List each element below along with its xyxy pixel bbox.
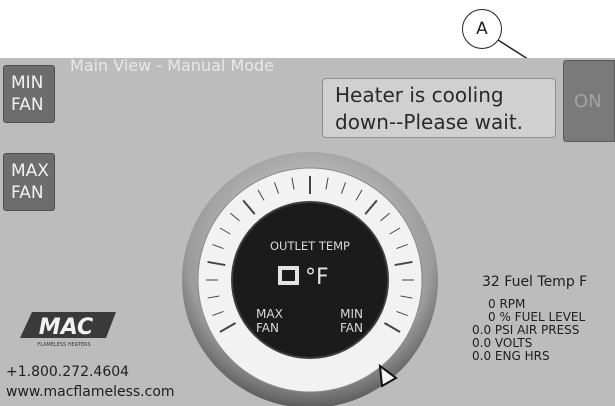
air-press-value: 0.0 [472, 323, 492, 337]
air-press-label: PSI AIR PRESS [494, 323, 580, 337]
gauge-min-label-line1: MIN [340, 307, 363, 321]
gauge-unit: °F [305, 265, 329, 290]
max-fan-button[interactable]: MAX FAN [3, 153, 55, 211]
gauge-title: OUTLET TEMP [270, 239, 350, 253]
min-fan-label-line2: FAN [11, 95, 44, 115]
callout-marker: A [462, 9, 502, 49]
outlet-temp-gauge: OUTLET TEMP °F MAX FAN MIN FAN [182, 152, 438, 406]
mode-title: Main View - Manual Mode [70, 58, 275, 75]
callout-label: A [476, 19, 488, 39]
eng-hrs-label: ENG HRS [494, 349, 550, 363]
min-fan-label-line1: MIN [11, 73, 44, 93]
min-fan-button[interactable]: MIN FAN [3, 65, 55, 123]
gauge-max-label-line2: FAN [256, 321, 279, 335]
volts-value: 0.0 [472, 336, 492, 350]
phone-number: +1.800.272.4604 [6, 364, 130, 380]
status-message-line1: Heater is cooling [335, 83, 504, 107]
max-fan-label-line2: FAN [11, 183, 44, 203]
status-message: Heater is cooling down--Please wait. [322, 78, 556, 138]
eng-hrs-value: 0.0 [472, 349, 492, 363]
rpm-label: RPM [499, 297, 526, 311]
mac-logo: MAC FLAMELESS HEATERS [20, 312, 116, 348]
gauge-max-label-line1: MAX [256, 307, 283, 321]
svg-text:FLAMELESS HEATERS: FLAMELESS HEATERS [37, 342, 90, 348]
status-message-line2: down--Please wait. [335, 110, 524, 134]
rpm-value: 0 [488, 297, 496, 311]
fuel-level-value: 0 [488, 310, 496, 324]
on-button[interactable]: ON [563, 60, 615, 142]
heater-control-screen: Main View - Manual Mode MIN FAN MAX FAN … [0, 58, 615, 406]
on-button-label: ON [574, 90, 602, 112]
max-fan-label-line1: MAX [11, 161, 49, 181]
volts-label: VOLTS [494, 336, 533, 350]
eng-hrs-readout: 0.0 ENG HRS [472, 350, 550, 363]
svg-text:MAC: MAC [39, 315, 93, 340]
fuel-level-label: % FUEL LEVEL [499, 310, 586, 324]
fuel-temp-readout: 32 Fuel Temp F [482, 274, 588, 290]
fuel-temp-value: 32 [482, 274, 500, 290]
website-url: www.macflameless.com [6, 384, 175, 400]
fuel-temp-label: Fuel Temp F [504, 274, 588, 290]
gauge-min-label-line2: FAN [340, 321, 363, 335]
